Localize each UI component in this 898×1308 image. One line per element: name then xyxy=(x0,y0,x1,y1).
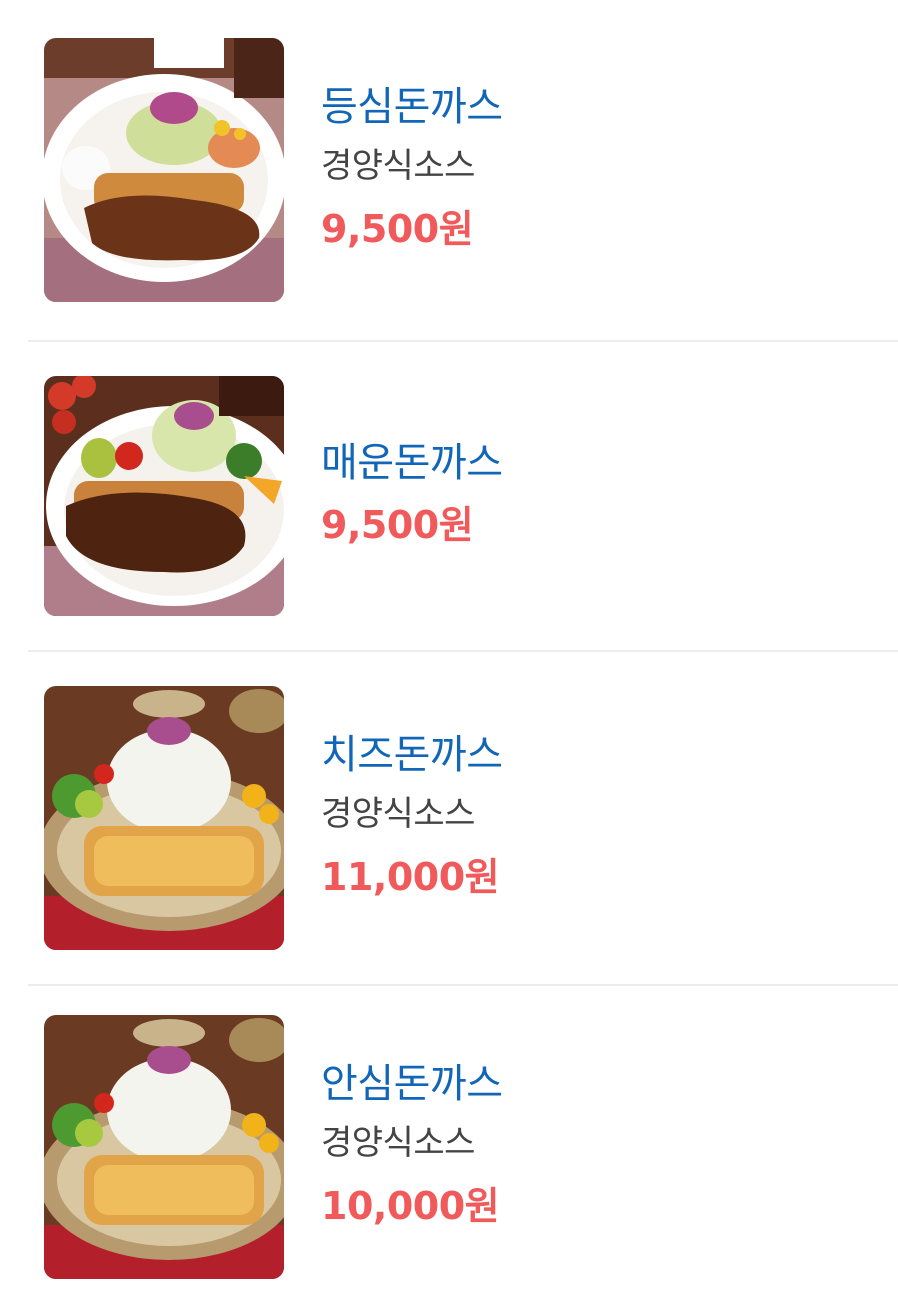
fillet-katsu-photo xyxy=(44,1015,284,1279)
menu-item-spicy[interactable]: 매운돈까스 9,500원 xyxy=(28,342,898,652)
menu-item-image[interactable] xyxy=(44,376,284,616)
cheese-katsu-photo xyxy=(44,686,284,950)
menu-item-price: 11,000원 xyxy=(321,855,500,899)
menu-item-info: 치즈돈까스 경양식소스 11,000원 xyxy=(321,726,503,910)
spicy-katsu-photo xyxy=(44,376,284,616)
menu-item-cheese[interactable]: 치즈돈까스 경양식소스 11,000원 xyxy=(28,652,898,986)
menu-item-ansim[interactable]: 안심돈까스 경양식소스 10,000원 xyxy=(28,986,898,1308)
menu-item-image[interactable] xyxy=(44,1015,284,1279)
menu-item-deungsim[interactable]: 등심돈까스 경양식소스 9,500원 xyxy=(28,0,898,342)
menu-item-image[interactable] xyxy=(44,686,284,950)
menu-item-price: 9,500원 xyxy=(321,503,474,547)
menu-list: 등심돈까스 경양식소스 9,500원 매운돈까스 9,500원 치즈돈까스 경양… xyxy=(0,0,898,1308)
menu-item-description: 경양식소스 xyxy=(321,794,475,834)
menu-item-name: 안심돈까스 xyxy=(321,1061,503,1107)
katsu-sauce-photo xyxy=(44,38,284,302)
menu-item-description: 경양식소스 xyxy=(321,146,475,186)
menu-item-description: 경양식소스 xyxy=(321,1123,475,1163)
menu-item-price: 9,500원 xyxy=(321,207,474,251)
menu-item-info: 매운돈까스 9,500원 xyxy=(321,434,503,558)
menu-item-name: 매운돈까스 xyxy=(321,440,503,486)
menu-item-info: 안심돈까스 경양식소스 10,000원 xyxy=(321,1055,503,1239)
menu-item-name: 치즈돈까스 xyxy=(321,732,503,778)
menu-item-price: 10,000원 xyxy=(321,1184,500,1228)
menu-item-image[interactable] xyxy=(44,38,284,302)
menu-item-info: 등심돈까스 경양식소스 9,500원 xyxy=(321,78,503,262)
menu-item-name: 등심돈까스 xyxy=(321,84,503,130)
